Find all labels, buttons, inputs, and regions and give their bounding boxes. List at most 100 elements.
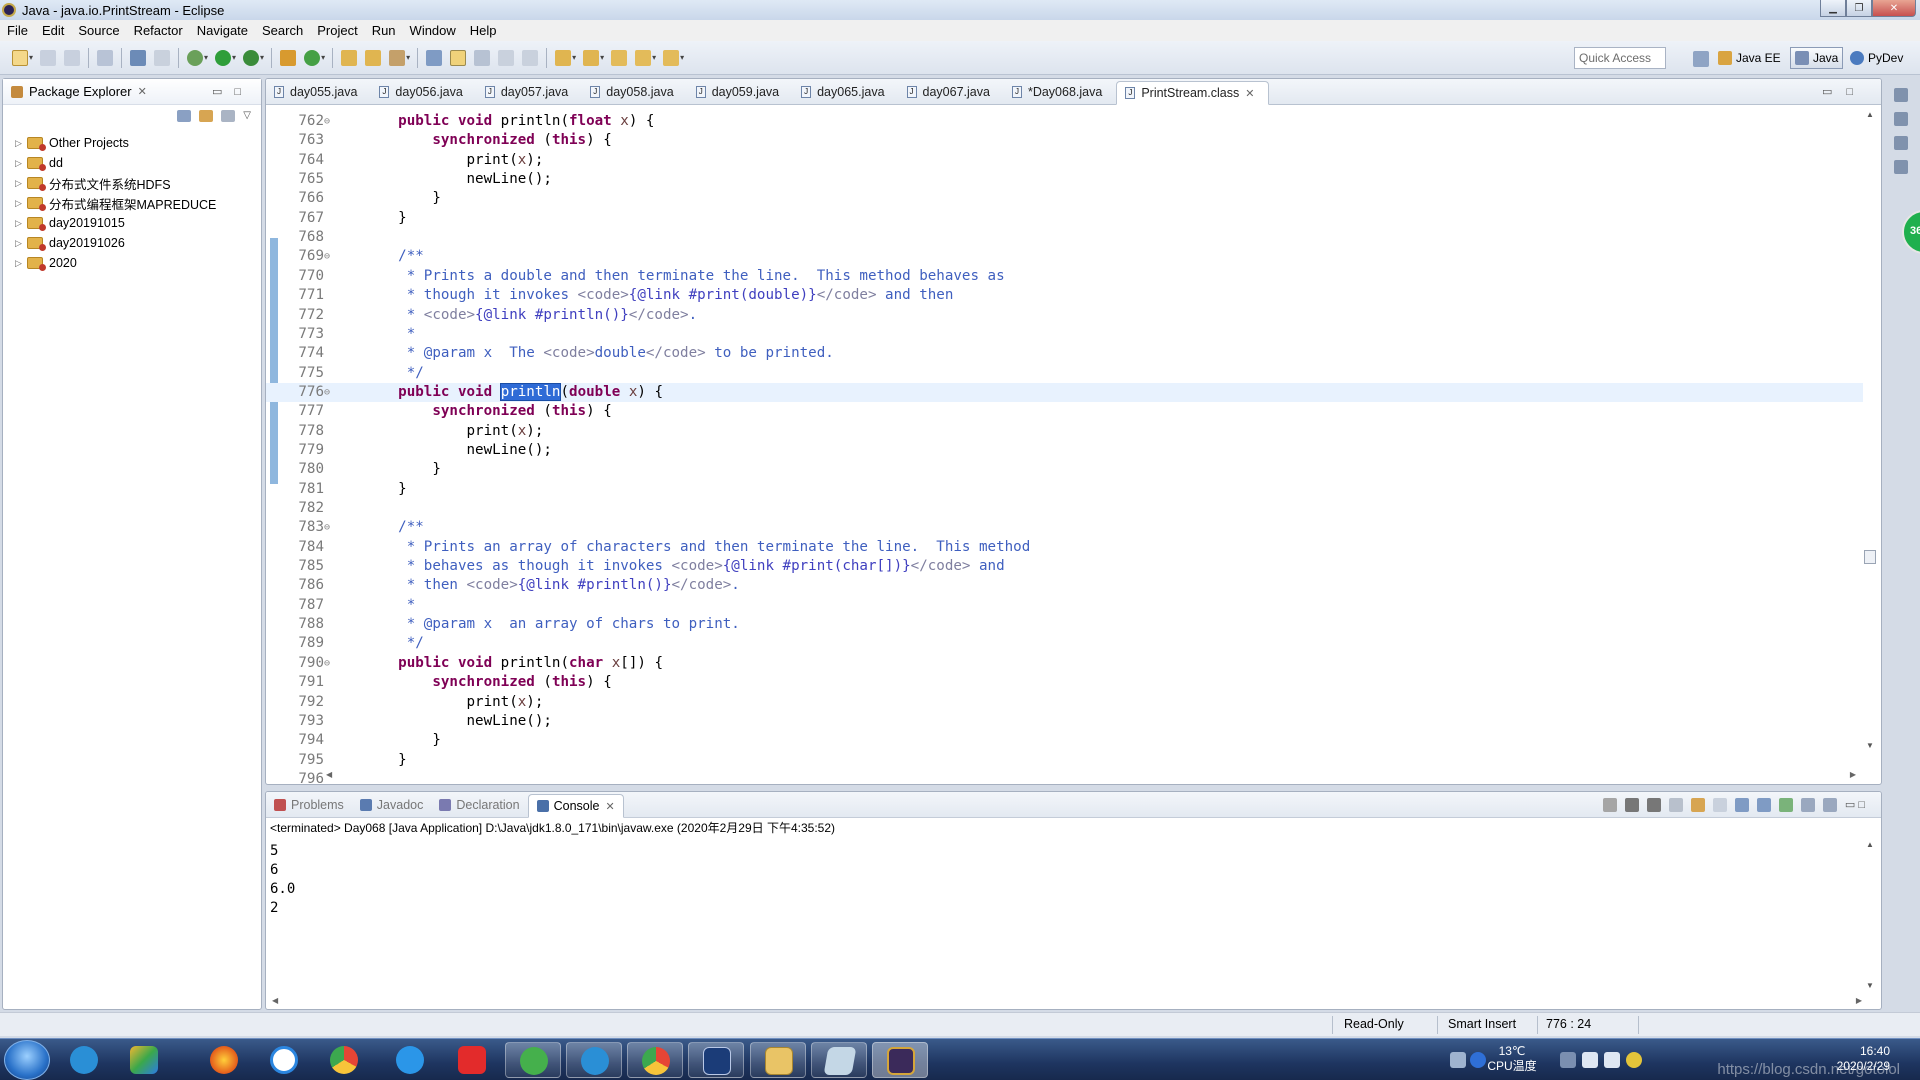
search-icon[interactable] [389, 49, 406, 66]
editor-tab[interactable]: J PrintStream.class ✕ [1116, 81, 1270, 105]
taskbar-ie-running[interactable] [566, 1042, 622, 1078]
tree-item-project[interactable]: ▷ day20191015 [3, 213, 261, 233]
tray-monitor-icon[interactable] [1582, 1052, 1598, 1068]
editor-tab[interactable]: Jday067.java [899, 80, 1004, 104]
perspective-pydev[interactable]: PyDev [1846, 47, 1907, 69]
close-button[interactable]: ✕ [1872, 0, 1916, 17]
code-line[interactable]: 780 } [266, 460, 1863, 479]
menu-project[interactable]: Project [310, 23, 364, 38]
next-annotation-icon[interactable] [555, 49, 572, 66]
code-line[interactable]: 784 * Prints an array of characters and … [266, 538, 1863, 557]
tray-app-icon[interactable] [1560, 1052, 1576, 1068]
code-line[interactable]: 762 ⊖ public void println(float x) { [266, 112, 1863, 131]
code-line[interactable]: 773 * [266, 325, 1863, 344]
focus-active-task-icon[interactable] [221, 110, 236, 122]
code-line[interactable]: 790 ⊖ public void println(char x[]) { [266, 654, 1863, 673]
code-line[interactable]: 788 * @param x an array of chars to prin… [266, 615, 1863, 634]
show-on-stderr-icon[interactable] [1756, 798, 1771, 812]
code-line[interactable]: 783 ⊖ /** [266, 518, 1863, 537]
previous-annotation-icon[interactable] [583, 49, 600, 66]
pin-console-icon[interactable] [1778, 798, 1793, 812]
editor-tab[interactable]: Jday056.java [371, 80, 476, 104]
run-external-tools-icon[interactable] [243, 49, 260, 66]
scroll-down-icon[interactable]: ▼ [1863, 741, 1877, 750]
run-icon[interactable] [215, 49, 232, 66]
editor-tab[interactable]: Jday055.java [266, 80, 371, 104]
taskbar-cloud[interactable] [382, 1042, 438, 1078]
code-line[interactable]: 785 * behaves as though it invokes <code… [266, 557, 1863, 576]
expand-arrow-icon[interactable]: ▷ [15, 138, 27, 149]
volume-icon[interactable] [1626, 1052, 1642, 1068]
toggle-highlight-icon[interactable] [450, 49, 467, 66]
taskbar-chrome[interactable] [627, 1042, 683, 1078]
tree-item-project[interactable]: ▷ dd [3, 153, 261, 173]
word-wrap-icon[interactable] [1712, 798, 1727, 812]
remove-launch-icon[interactable] [1624, 798, 1639, 812]
editor-tab[interactable]: Jday065.java [793, 80, 898, 104]
expand-arrow-icon[interactable]: ▷ [15, 258, 27, 269]
back-icon[interactable] [635, 49, 652, 66]
taskbar-firefox[interactable] [196, 1042, 252, 1078]
keyboard-icon[interactable] [1450, 1052, 1466, 1068]
code-line[interactable]: 772 * <code>{@link #println()}</code>. [266, 306, 1863, 325]
menu-refactor[interactable]: Refactor [127, 23, 190, 38]
perspective-java[interactable]: Java [1790, 47, 1844, 69]
open-console-icon[interactable] [1822, 798, 1837, 812]
taskbar-notepad[interactable] [811, 1042, 867, 1078]
clear-console-icon[interactable] [1668, 798, 1683, 812]
taskbar-chrome-old[interactable] [316, 1042, 372, 1078]
fold-toggle-icon[interactable]: ⊖ [324, 518, 330, 537]
code-line[interactable]: 789 */ [266, 634, 1863, 653]
show-whitespace-icon[interactable] [522, 49, 539, 66]
minimize-button[interactable]: ▁ [1820, 0, 1846, 17]
taskbar-app-blue[interactable] [688, 1042, 744, 1078]
tab-console[interactable]: Console ✕ [527, 794, 624, 818]
remove-all-terminated-icon[interactable] [1646, 798, 1661, 812]
expand-arrow-icon[interactable]: ▷ [15, 218, 27, 229]
start-button[interactable] [4, 1040, 50, 1080]
tree-item-project[interactable]: ▷ day20191026 [3, 233, 261, 253]
code-line[interactable]: 791 synchronized (this) { [266, 673, 1863, 692]
fold-toggle-icon[interactable]: ⊖ [324, 247, 330, 266]
show-on-stdout-icon[interactable] [1734, 798, 1749, 812]
tree-item-project[interactable]: ▷ 分布式文件系统HDFS [3, 173, 261, 193]
taskbar-ie[interactable] [56, 1042, 112, 1078]
debug-icon[interactable] [187, 49, 204, 66]
scroll-left-icon[interactable]: ◀ [326, 770, 332, 782]
editor-tab[interactable]: J *Day068.java [1004, 80, 1116, 104]
code-line[interactable]: 764 print(x); [266, 151, 1863, 170]
tree-item-project[interactable]: ▷ 2020 [3, 253, 261, 273]
code-line[interactable]: 771 * though it invokes <code>{@link #pr… [266, 286, 1863, 305]
quick-access-input[interactable]: Quick Access [1574, 47, 1666, 69]
code-line[interactable]: 787 * [266, 596, 1863, 615]
outline-icon[interactable] [1894, 160, 1908, 174]
menu-window[interactable]: Window [403, 23, 463, 38]
open-task-icon[interactable] [365, 49, 382, 66]
new-java-package-icon[interactable] [280, 49, 297, 66]
tree-item-project[interactable]: ▷ Other Projects [3, 133, 261, 153]
editor-horizontal-scrollbar[interactable]: ◀ ▶ [326, 770, 1856, 782]
fold-toggle-icon[interactable]: ⊖ [324, 383, 330, 402]
menu-help[interactable]: Help [463, 23, 504, 38]
menu-run[interactable]: Run [365, 23, 403, 38]
code-line[interactable]: 795 } [266, 751, 1863, 770]
taskbar-app-flower[interactable] [256, 1042, 312, 1078]
word-wrap-icon[interactable] [474, 49, 491, 66]
perspective-java-ee[interactable]: Java EE [1714, 47, 1785, 69]
block-selection-icon[interactable] [498, 49, 515, 66]
code-line[interactable]: 768 [266, 228, 1863, 247]
menu-navigate[interactable]: Navigate [190, 23, 255, 38]
code-line[interactable]: 766 } [266, 189, 1863, 208]
save-all-icon[interactable] [64, 49, 81, 66]
editor-tab[interactable]: Jday059.java [688, 80, 793, 104]
taskbar-app-colorful[interactable] [116, 1042, 172, 1078]
expand-arrow-icon[interactable]: ▷ [15, 238, 27, 249]
view-menu-icon[interactable]: ▽ [243, 110, 251, 122]
code-line[interactable]: 769 ⊖ /** [266, 247, 1863, 266]
new-java-class-icon[interactable] [304, 49, 321, 66]
view-minmax-controls[interactable]: ▭□ [212, 85, 253, 98]
link-with-editor-icon[interactable] [199, 110, 214, 122]
code-line[interactable]: 793 newLine(); [266, 712, 1863, 731]
tab-problems[interactable]: Problems [266, 793, 352, 817]
console-horizontal-scrollbar[interactable]: ◀ ▶ [272, 996, 1862, 1005]
